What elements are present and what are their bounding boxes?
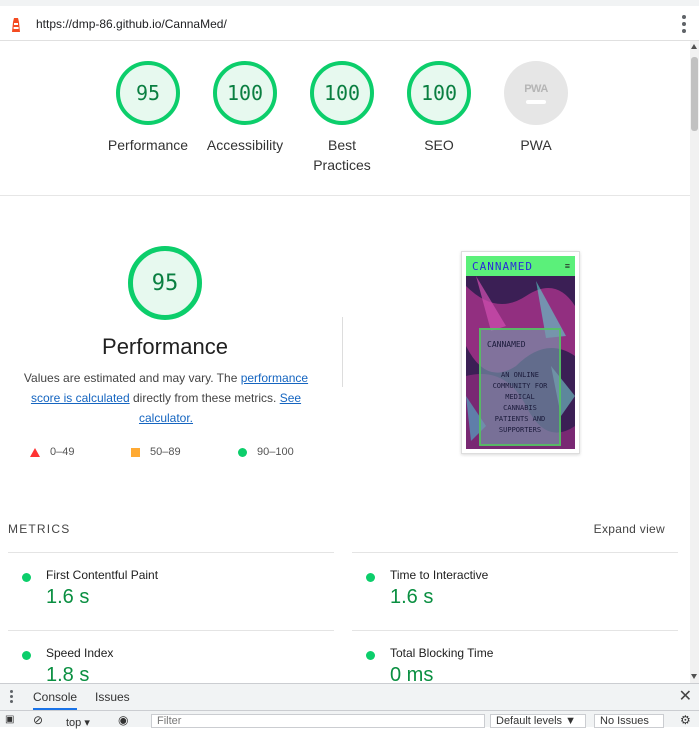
scroll-up-icon[interactable] bbox=[691, 44, 697, 49]
metric-divider bbox=[352, 630, 678, 631]
pwa-badge-text: PWA bbox=[524, 82, 548, 95]
pass-circle-icon bbox=[366, 651, 375, 660]
settings-gear-icon[interactable]: ⚙ bbox=[680, 713, 691, 727]
pwa-badge-icon: PWA bbox=[504, 61, 568, 125]
screenshot-navbar: CANNAMED ≡ bbox=[466, 256, 575, 276]
gauge-accessibility[interactable]: 100 Accessibility bbox=[197, 61, 293, 155]
gauge-performance[interactable]: 95 Performance bbox=[100, 61, 196, 155]
gauge-score: 100 bbox=[213, 61, 277, 125]
devtools-tab-bar: Console Issues ✕ bbox=[0, 684, 699, 711]
page-scrollbar[interactable] bbox=[690, 41, 699, 683]
average-square-icon bbox=[131, 447, 140, 457]
section-divider bbox=[342, 317, 343, 387]
eye-icon[interactable]: ◉ bbox=[118, 713, 128, 727]
more-options-icon[interactable] bbox=[682, 15, 686, 33]
metric-name: Time to Interactive bbox=[390, 568, 489, 582]
metric-value: 1.6 s bbox=[390, 586, 434, 608]
gauge-label: Best Practices bbox=[313, 137, 371, 173]
metric-value: 1.6 s bbox=[46, 586, 90, 608]
metric-name: First Contentful Paint bbox=[46, 568, 159, 582]
gauge-pwa[interactable]: PWA PWA bbox=[488, 61, 584, 155]
pass-circle-icon bbox=[22, 651, 31, 660]
metric-name: Total Blocking Time bbox=[390, 646, 494, 660]
performance-description: Values are estimated and may vary. The p… bbox=[23, 371, 309, 425]
gauge-score: 95 bbox=[116, 61, 180, 125]
url-text[interactable]: https://dmp-86.github.io/CannaMed/ bbox=[36, 17, 227, 31]
screenshot-card-title: CANNAMED bbox=[487, 340, 526, 349]
metric-divider bbox=[352, 552, 678, 553]
gauge-label: Performance bbox=[107, 137, 189, 153]
close-icon[interactable]: ✕ bbox=[679, 686, 692, 706]
console-toolbar: ▣ ⊘ top ▾ ◉ Filter Default levels ▼ No I… bbox=[0, 711, 699, 729]
gauge-label: Accessibility bbox=[206, 137, 284, 153]
lighthouse-icon bbox=[12, 18, 20, 32]
performance-gauge: 95 bbox=[128, 246, 202, 320]
legend-pass: 90–100 bbox=[238, 446, 294, 458]
screenshot-card-text: AN ONLINE COMMUNITY FOR MEDICAL CANNABIS… bbox=[492, 371, 548, 434]
scroll-down-icon[interactable] bbox=[691, 674, 697, 679]
gauge-seo[interactable]: 100 SEO bbox=[391, 61, 487, 155]
metrics-header: METRICS bbox=[8, 522, 71, 536]
metric-divider bbox=[8, 552, 334, 553]
metric-name: Speed Index bbox=[46, 646, 114, 660]
expand-view-button[interactable]: Expand view bbox=[594, 522, 665, 536]
screenshot-brand: CANNAMED bbox=[472, 260, 533, 273]
pass-circle-icon bbox=[366, 573, 375, 582]
gauge-label: SEO bbox=[424, 137, 454, 153]
legend-fail: 0–49 bbox=[30, 446, 74, 458]
screenshot-hero-card: CANNAMED AN ONLINE COMMUNITY FOR MEDICAL… bbox=[479, 328, 561, 446]
hamburger-icon: ≡ bbox=[564, 261, 570, 271]
tab-console[interactable]: Console bbox=[33, 690, 78, 710]
metric-divider bbox=[8, 630, 334, 631]
browser-address-bar: https://dmp-86.github.io/CannaMed/ bbox=[0, 0, 699, 41]
clear-console-icon[interactable]: ⊘ bbox=[33, 713, 43, 727]
gauge-score: 100 bbox=[407, 61, 471, 125]
scroll-thumb[interactable] bbox=[691, 57, 698, 131]
devtools-drawer: Console Issues ✕ ▣ ⊘ top ▾ ◉ Filter Defa… bbox=[0, 683, 699, 729]
fail-triangle-icon bbox=[30, 447, 40, 457]
pass-circle-icon bbox=[238, 447, 247, 457]
final-screenshot[interactable]: CANNAMED ≡ CANNAMED AN ONLINE COMMUNITY … bbox=[461, 251, 580, 454]
tab-issues[interactable]: Issues bbox=[95, 690, 130, 704]
summary-gauges: 95 Performance 100 Accessibility 100 Bes… bbox=[0, 41, 690, 196]
tab-strip bbox=[0, 0, 699, 6]
pass-circle-icon bbox=[22, 573, 31, 582]
performance-title: Performance bbox=[102, 334, 228, 359]
gauge-score: 100 bbox=[310, 61, 374, 125]
context-selector[interactable]: top ▾ bbox=[66, 716, 90, 729]
gauge-label: PWA bbox=[520, 137, 552, 153]
legend-average: 50–89 bbox=[131, 446, 181, 458]
drawer-menu-icon[interactable] bbox=[10, 690, 13, 703]
gauge-best-practices[interactable]: 100 Best Practices bbox=[294, 61, 390, 175]
sidebar-toggle-icon[interactable]: ▣ bbox=[5, 714, 14, 725]
